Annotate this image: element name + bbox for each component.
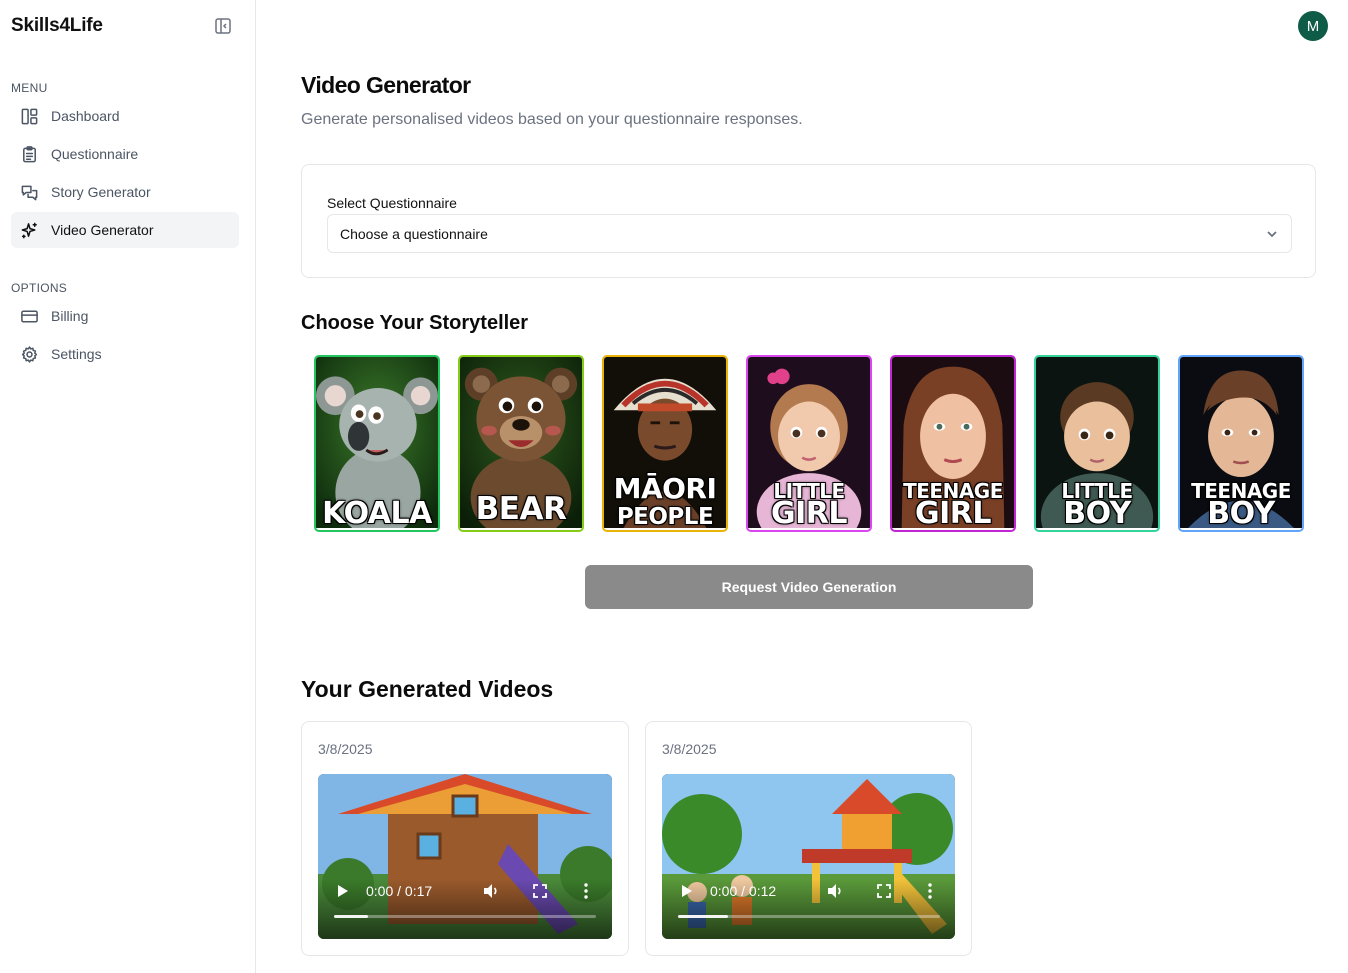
gear-icon: [19, 344, 39, 364]
panel-left-icon: [215, 18, 231, 34]
video-player[interactable]: 0:00 / 0:17: [318, 774, 612, 939]
video-card: 3/8/2025 0:00 / 0:17: [301, 721, 629, 956]
chevron-down-icon: [1265, 227, 1279, 241]
sidebar-item-settings[interactable]: Settings: [11, 336, 239, 372]
storyteller-label: LITTLE BOY: [1061, 479, 1133, 532]
sidebar-item-label: Billing: [51, 308, 89, 324]
video-time: 0:00 / 0:12: [710, 883, 777, 899]
storyteller-bear[interactable]: BEAR: [458, 355, 584, 532]
chat-icon: [19, 182, 39, 202]
menu-section-label: MENU: [11, 81, 48, 95]
storyteller-little-boy[interactable]: LITTLE BOY: [1034, 355, 1160, 532]
video-date: 3/8/2025: [662, 741, 717, 757]
video-progress-bar[interactable]: [334, 915, 596, 918]
sidebar-item-story-generator[interactable]: Story Generator: [11, 174, 239, 210]
sidebar-item-billing[interactable]: Billing: [11, 298, 239, 334]
fullscreen-icon[interactable]: [532, 883, 548, 899]
sidebar: Skills4Life MENU Dashboard Questionnaire…: [0, 0, 256, 973]
storyteller-label: TEENAGE BOY: [1191, 479, 1291, 532]
dashboard-icon: [19, 106, 39, 126]
sidebar-item-label: Video Generator: [51, 222, 154, 238]
page-title: Video Generator: [301, 72, 471, 98]
generated-videos-heading: Your Generated Videos: [301, 676, 554, 702]
app-logo[interactable]: Skills4Life: [11, 15, 103, 37]
video-card: 3/8/2025 0:00 / 0:12: [645, 721, 972, 956]
video-progress-fill: [334, 915, 369, 918]
sparkles-icon: [19, 220, 39, 240]
user-avatar[interactable]: M: [1298, 11, 1328, 41]
storyteller-label: LITTLE GIRL: [770, 479, 848, 532]
sidebar-item-label: Story Generator: [51, 184, 151, 200]
select-value: Choose a questionnaire: [340, 225, 488, 242]
sidebar-item-questionnaire[interactable]: Questionnaire: [11, 136, 239, 172]
sidebar-item-dashboard[interactable]: Dashboard: [11, 98, 239, 134]
storyteller-heading: Choose Your Storyteller: [301, 312, 529, 334]
clipboard-icon: [19, 144, 39, 164]
storyteller-label: TEENAGE GIRL: [903, 479, 1003, 532]
storyteller-label: KOALA: [322, 496, 432, 532]
storyteller-teenage-girl[interactable]: TEENAGE GIRL: [890, 355, 1016, 532]
questionnaire-select-card: Select Questionnaire Choose a questionna…: [301, 164, 1316, 278]
more-options-icon[interactable]: [582, 882, 590, 900]
video-controls: [662, 879, 955, 939]
more-options-icon[interactable]: [926, 882, 934, 900]
video-progress-fill: [678, 915, 728, 918]
play-icon[interactable]: [680, 884, 694, 898]
questionnaire-select[interactable]: Choose a questionnaire: [327, 214, 1292, 253]
storyteller-maori-people[interactable]: MĀORI PEOPLE: [602, 355, 728, 532]
sidebar-item-label: Questionnaire: [51, 146, 139, 162]
play-icon[interactable]: [336, 884, 350, 898]
sidebar-item-label: Dashboard: [51, 108, 120, 124]
select-questionnaire-label: Select Questionnaire: [327, 195, 457, 211]
volume-icon[interactable]: [482, 882, 500, 900]
options-section-label: OPTIONS: [11, 281, 68, 295]
sidebar-collapse-button[interactable]: [214, 17, 232, 35]
video-time: 0:00 / 0:17: [366, 883, 433, 899]
video-player[interactable]: 0:00 / 0:12: [662, 774, 955, 939]
video-progress-bar[interactable]: [678, 915, 940, 918]
volume-icon[interactable]: [826, 882, 844, 900]
video-date: 3/8/2025: [318, 741, 373, 757]
storyteller-label: MĀORI PEOPLE: [613, 472, 717, 530]
credit-card-icon: [19, 306, 39, 326]
storyteller-teenage-boy[interactable]: TEENAGE BOY: [1178, 355, 1304, 532]
sidebar-item-video-generator[interactable]: Video Generator: [11, 212, 239, 248]
storyteller-koala[interactable]: KOALA: [314, 355, 440, 532]
video-controls: [318, 879, 612, 939]
storyteller-little-girl[interactable]: LITTLE GIRL: [746, 355, 872, 532]
fullscreen-icon[interactable]: [876, 883, 892, 899]
page-subtitle: Generate personalised videos based on yo…: [301, 111, 803, 128]
request-video-generation-button[interactable]: Request Video Generation: [585, 565, 1033, 609]
sidebar-item-label: Settings: [51, 346, 102, 362]
storyteller-label: BEAR: [475, 491, 567, 528]
